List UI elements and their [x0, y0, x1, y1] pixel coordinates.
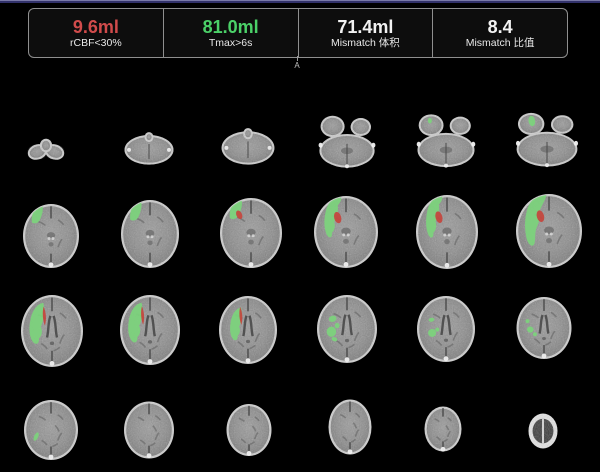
stat-value-rcbf: 9.6ml	[73, 18, 119, 36]
brain-slice-r2c2	[119, 198, 181, 270]
brain-slice-r2c6	[514, 192, 584, 270]
brain-slice-r4c3	[225, 402, 274, 458]
stat-label-rcbf: rCBF<30%	[70, 38, 122, 49]
stat-value-tmax: 81.0ml	[203, 18, 259, 36]
perfusion-overlay	[428, 118, 432, 124]
brain-slice-r3c4	[315, 293, 379, 365]
brain-slice-r3c6	[515, 295, 574, 361]
orientation-label: A	[294, 61, 299, 70]
brain-slice-r4c2	[122, 400, 176, 461]
stat-tmax-volume: 81.0ml Tmax>6s	[164, 9, 299, 57]
brain-slice-r2c4	[312, 194, 380, 270]
orientation-marker-anterior: A	[290, 56, 304, 70]
brain-slice-r2c3	[218, 196, 284, 270]
brain-slice-r4c1	[22, 398, 80, 462]
brain-slice-r4c6	[527, 412, 560, 451]
brain-slice-r3c1	[19, 293, 85, 369]
brain-slice-r1c5	[413, 110, 479, 171]
stat-mismatch-ratio: 8.4 Mismatch 比值	[433, 9, 567, 57]
brain-slice-r2c1	[21, 202, 81, 270]
brain-slice-r3c2	[118, 293, 182, 367]
stat-value-mismatch-volume: 71.4ml	[337, 18, 393, 36]
brain-slice-r1c3	[219, 127, 277, 168]
perfusion-stats-bar: 9.6ml rCBF<30% 81.0ml Tmax>6s 71.4ml Mis…	[28, 8, 568, 58]
scan-grid-canvas	[0, 0, 600, 472]
stat-value-mismatch-ratio: 8.4	[488, 18, 513, 36]
stat-mismatch-volume: 71.4ml Mismatch 体积	[299, 9, 434, 57]
brain-slice-r3c3	[217, 294, 279, 366]
brain-slice-r1c6	[512, 108, 582, 170]
stat-label-mismatch-ratio: Mismatch 比值	[466, 38, 535, 49]
brain-slice-r3c5	[415, 294, 477, 364]
brain-slice-r4c4	[327, 398, 374, 457]
brain-slice-r2c5	[414, 193, 480, 271]
brain-slice-r1c2	[122, 131, 176, 168]
stat-rcbf-core-volume: 9.6ml rCBF<30%	[29, 9, 164, 57]
stat-label-tmax: Tmax>6s	[209, 38, 252, 49]
brain-slice-r4c5	[423, 405, 464, 454]
stat-label-mismatch-volume: Mismatch 体积	[331, 38, 400, 49]
brain-slice-r1c4	[315, 111, 379, 171]
brain-slice-r1c1	[25, 135, 67, 165]
